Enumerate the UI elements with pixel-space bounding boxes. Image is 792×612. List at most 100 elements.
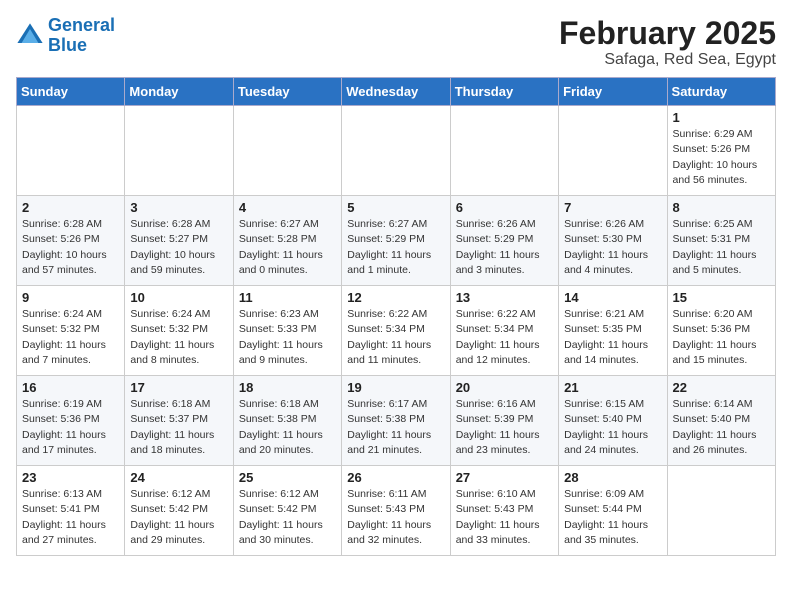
day-number: 13 [456, 290, 553, 305]
day-info: Sunrise: 6:15 AM Sunset: 5:40 PM Dayligh… [564, 397, 661, 458]
calendar-day-cell: 15Sunrise: 6:20 AM Sunset: 5:36 PM Dayli… [667, 286, 775, 376]
day-number: 6 [456, 200, 553, 215]
day-number: 24 [130, 470, 227, 485]
day-info: Sunrise: 6:19 AM Sunset: 5:36 PM Dayligh… [22, 397, 119, 458]
calendar-day-cell: 19 Sunrise: 6:17 AM Sunset: 5:38 PM Dayli… [342, 376, 450, 466]
month-year: February 2025 [559, 16, 776, 51]
day-info: Sunrise: 6:22 AM Sunset: 5:34 PM Dayligh… [347, 307, 444, 368]
calendar-body: 1 Sunrise: 6:29 AM Sunset: 5:26 PM Daylig… [17, 106, 776, 556]
calendar-day-cell: 11 Sunrise: 6:23 AM Sunset: 5:33 PM Dayli… [233, 286, 341, 376]
calendar-day-cell: 10 Sunrise: 6:24 AM Sunset: 5:32 PM Dayli… [125, 286, 233, 376]
day-number: 26 [347, 470, 444, 485]
day-info: Sunrise: 6:28 AM Sunset: 5:27 PM Dayligh… [130, 217, 227, 278]
logo-text: General Blue [48, 16, 115, 56]
day-info: Sunrise: 6:27 AM Sunset: 5:29 PM Dayligh… [347, 217, 444, 278]
day-number: 17 [130, 380, 227, 395]
calendar-day-cell: 22 Sunrise: 6:14 AM Sunset: 5:40 PM Dayli… [667, 376, 775, 466]
calendar-day-cell: 5Sunrise: 6:27 AM Sunset: 5:29 PM Daylig… [342, 196, 450, 286]
day-number: 21 [564, 380, 661, 395]
calendar-day-cell: 8Sunrise: 6:25 AM Sunset: 5:31 PM Daylig… [667, 196, 775, 286]
calendar-day-cell: 17 Sunrise: 6:18 AM Sunset: 5:37 PM Dayli… [125, 376, 233, 466]
day-of-week-header: Sunday [17, 78, 125, 106]
day-info: Sunrise: 6:14 AM Sunset: 5:40 PM Dayligh… [673, 397, 770, 458]
calendar-day-cell: 27Sunrise: 6:10 AM Sunset: 5:43 PM Dayli… [450, 466, 558, 556]
day-info: Sunrise: 6:28 AM Sunset: 5:26 PM Dayligh… [22, 217, 119, 278]
location: Safaga, Red Sea, Egypt [559, 51, 776, 69]
day-of-week-header: Monday [125, 78, 233, 106]
calendar-day-cell: 14 Sunrise: 6:21 AM Sunset: 5:35 PM Dayli… [559, 286, 667, 376]
logo-icon [16, 22, 44, 50]
calendar-day-cell: 18 Sunrise: 6:18 AM Sunset: 5:38 PM Dayli… [233, 376, 341, 466]
day-number: 14 [564, 290, 661, 305]
day-info: Sunrise: 6:24 AM Sunset: 5:32 PM Dayligh… [22, 307, 119, 368]
day-number: 10 [130, 290, 227, 305]
day-of-week-header: Tuesday [233, 78, 341, 106]
day-info: Sunrise: 6:21 AM Sunset: 5:35 PM Dayligh… [564, 307, 661, 368]
calendar-day-cell: 13 Sunrise: 6:22 AM Sunset: 5:34 PM Dayli… [450, 286, 558, 376]
day-info: Sunrise: 6:09 AM Sunset: 5:44 PM Dayligh… [564, 487, 661, 548]
day-number: 4 [239, 200, 336, 215]
title-block: February 2025 Safaga, Red Sea, Egypt [559, 16, 776, 69]
day-info: Sunrise: 6:18 AM Sunset: 5:37 PM Dayligh… [130, 397, 227, 458]
day-info: Sunrise: 6:27 AM Sunset: 5:28 PM Dayligh… [239, 217, 336, 278]
calendar-day-cell: 1 Sunrise: 6:29 AM Sunset: 5:26 PM Daylig… [667, 106, 775, 196]
day-number: 27 [456, 470, 553, 485]
day-number: 15 [673, 290, 770, 305]
day-info: Sunrise: 6:16 AM Sunset: 5:39 PM Dayligh… [456, 397, 553, 458]
day-info: Sunrise: 6:26 AM Sunset: 5:30 PM Dayligh… [564, 217, 661, 278]
day-info: Sunrise: 6:25 AM Sunset: 5:31 PM Dayligh… [673, 217, 770, 278]
calendar-day-cell: 2 Sunrise: 6:28 AM Sunset: 5:26 PM Daylig… [17, 196, 125, 286]
day-info: Sunrise: 6:23 AM Sunset: 5:33 PM Dayligh… [239, 307, 336, 368]
day-number: 23 [22, 470, 119, 485]
day-info: Sunrise: 6:11 AM Sunset: 5:43 PM Dayligh… [347, 487, 444, 548]
day-info: Sunrise: 6:22 AM Sunset: 5:34 PM Dayligh… [456, 307, 553, 368]
day-of-week-header: Saturday [667, 78, 775, 106]
day-number: 19 [347, 380, 444, 395]
day-number: 16 [22, 380, 119, 395]
day-number: 1 [673, 110, 770, 125]
day-of-week-header: Friday [559, 78, 667, 106]
logo-line1: General [48, 15, 115, 35]
page-header: General Blue February 2025 Safaga, Red S… [16, 16, 776, 69]
calendar-day-cell [450, 106, 558, 196]
day-number: 9 [22, 290, 119, 305]
day-info: Sunrise: 6:13 AM Sunset: 5:41 PM Dayligh… [22, 487, 119, 548]
calendar-day-cell: 16 Sunrise: 6:19 AM Sunset: 5:36 PM Dayli… [17, 376, 125, 466]
calendar-week-row: 23 Sunrise: 6:13 AM Sunset: 5:41 PM Dayli… [17, 466, 776, 556]
calendar-day-cell: 21 Sunrise: 6:15 AM Sunset: 5:40 PM Dayli… [559, 376, 667, 466]
day-number: 22 [673, 380, 770, 395]
logo: General Blue [16, 16, 115, 56]
day-number: 11 [239, 290, 336, 305]
calendar-day-cell: 25Sunrise: 6:12 AM Sunset: 5:42 PM Dayli… [233, 466, 341, 556]
day-info: Sunrise: 6:17 AM Sunset: 5:38 PM Dayligh… [347, 397, 444, 458]
logo-line2: Blue [48, 35, 87, 55]
calendar-day-cell: 20 Sunrise: 6:16 AM Sunset: 5:39 PM Dayli… [450, 376, 558, 466]
calendar-day-cell: 7Sunrise: 6:26 AM Sunset: 5:30 PM Daylig… [559, 196, 667, 286]
calendar-day-cell: 6 Sunrise: 6:26 AM Sunset: 5:29 PM Daylig… [450, 196, 558, 286]
calendar-day-cell [342, 106, 450, 196]
calendar-week-row: 16 Sunrise: 6:19 AM Sunset: 5:36 PM Dayli… [17, 376, 776, 466]
day-info: Sunrise: 6:12 AM Sunset: 5:42 PM Dayligh… [130, 487, 227, 548]
calendar-day-cell [667, 466, 775, 556]
calendar-day-cell: 12 Sunrise: 6:22 AM Sunset: 5:34 PM Dayli… [342, 286, 450, 376]
day-number: 20 [456, 380, 553, 395]
day-number: 2 [22, 200, 119, 215]
calendar-week-row: 2 Sunrise: 6:28 AM Sunset: 5:26 PM Daylig… [17, 196, 776, 286]
day-number: 18 [239, 380, 336, 395]
day-of-week-header: Thursday [450, 78, 558, 106]
day-info: Sunrise: 6:12 AM Sunset: 5:42 PM Dayligh… [239, 487, 336, 548]
calendar-day-cell: 3Sunrise: 6:28 AM Sunset: 5:27 PM Daylig… [125, 196, 233, 286]
calendar-day-cell: 23 Sunrise: 6:13 AM Sunset: 5:41 PM Dayli… [17, 466, 125, 556]
calendar-day-cell [559, 106, 667, 196]
day-info: Sunrise: 6:24 AM Sunset: 5:32 PM Dayligh… [130, 307, 227, 368]
day-info: Sunrise: 6:18 AM Sunset: 5:38 PM Dayligh… [239, 397, 336, 458]
day-of-week-header: Wednesday [342, 78, 450, 106]
day-number: 12 [347, 290, 444, 305]
day-info: Sunrise: 6:29 AM Sunset: 5:26 PM Dayligh… [673, 127, 770, 188]
day-info: Sunrise: 6:26 AM Sunset: 5:29 PM Dayligh… [456, 217, 553, 278]
calendar-day-cell [17, 106, 125, 196]
calendar-day-cell [233, 106, 341, 196]
calendar-day-cell: 4 Sunrise: 6:27 AM Sunset: 5:28 PM Daylig… [233, 196, 341, 286]
calendar-header-row: SundayMondayTuesdayWednesdayThursdayFrid… [17, 78, 776, 106]
calendar-day-cell [125, 106, 233, 196]
